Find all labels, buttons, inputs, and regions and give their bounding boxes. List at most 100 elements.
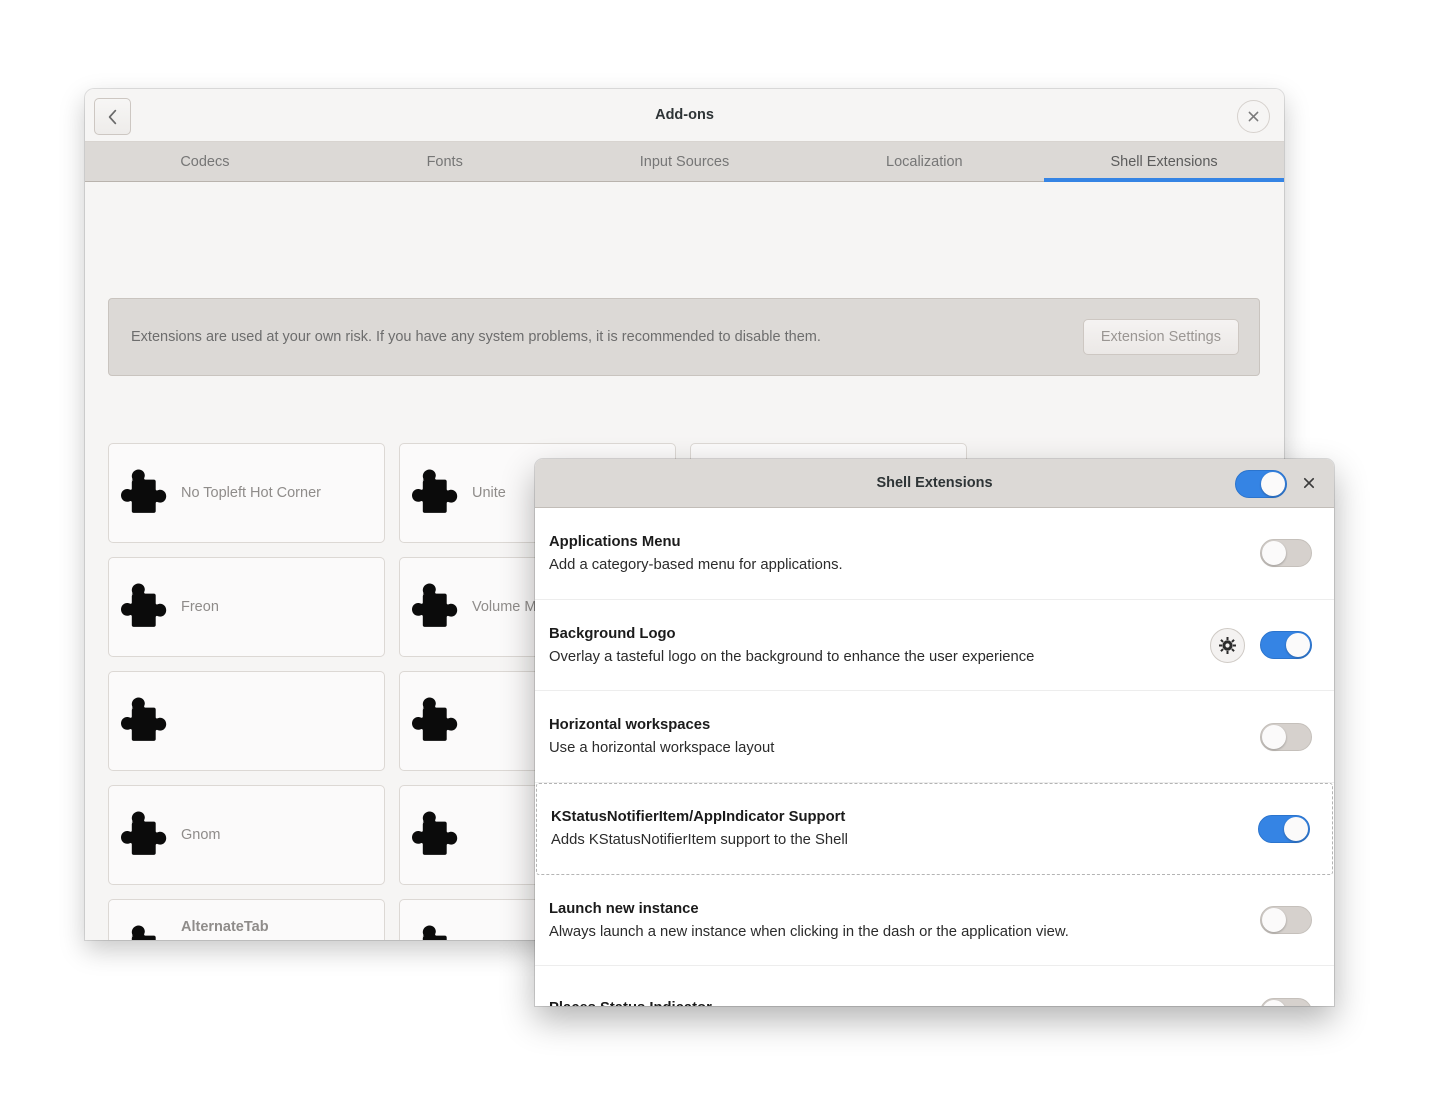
master-toggle[interactable] [1235, 470, 1287, 498]
extension-name: No Topleft Hot Corner [181, 485, 321, 501]
extension-card[interactable]: AlternateTab Substitute Alt-Tab with a wi… [108, 899, 385, 940]
close-icon [1248, 111, 1259, 122]
extension-toggle[interactable] [1260, 906, 1312, 935]
puzzle-piece-icon [121, 583, 167, 627]
row-title: Horizontal workspaces [549, 717, 711, 734]
extension-toggle[interactable] [1260, 997, 1312, 1006]
gear-icon [1219, 636, 1236, 654]
extension-texts: No Topleft Hot Corner [181, 485, 329, 501]
tab-label: Input Sources [639, 153, 730, 170]
dialog-close-button[interactable] [1301, 475, 1317, 491]
puzzle-piece-icon [412, 697, 458, 741]
tabbar: Codecs Fonts Input Sources Localization … [85, 142, 1284, 182]
shell-extensions-dialog: Shell Extensions Applications Menu Add a … [535, 459, 1334, 1006]
extension-texts: AlternateTab Substitute Alt-Tab with a wi… [181, 919, 339, 940]
row-texts: Launch new instance Always launch a new i… [549, 901, 1260, 940]
puzzle-piece-icon [422, 925, 447, 940]
extension-toggle[interactable] [1258, 814, 1310, 843]
puzzle-piece-icon [121, 811, 167, 855]
window-close-button[interactable] [1237, 100, 1270, 133]
row-description: Overlay a tasteful logo on the backgroun… [549, 648, 1035, 665]
tab-input-sources[interactable]: Input Sources [565, 142, 805, 181]
row-title: Places Status Indicator [549, 1000, 1260, 1006]
row-title: KStatusNotifierItem/AppIndicator Support [551, 809, 846, 826]
tab-label: Shell Extensions [1110, 153, 1218, 170]
close-icon [1303, 477, 1315, 489]
extension-name: Freon [181, 599, 219, 615]
row-controls [1260, 722, 1312, 751]
extension-toggle[interactable] [1260, 631, 1312, 660]
puzzle-piece-icon [412, 583, 458, 627]
extension-texts: Gnom [181, 827, 229, 843]
tab-fonts[interactable]: Fonts [325, 142, 565, 181]
row-texts: Applications Menu Add a category-based me… [549, 534, 1260, 573]
tab-shell-extensions[interactable]: Shell Extensions [1044, 142, 1284, 182]
extension-row[interactable]: Horizontal workspaces Use a horizontal wo… [535, 691, 1334, 784]
puzzle-piece-icon [412, 469, 458, 513]
row-texts: Horizontal workspaces Use a horizontal wo… [549, 717, 1260, 756]
row-controls [1210, 627, 1312, 663]
extension-icon [400, 922, 472, 940]
extension-card[interactable] [108, 671, 385, 771]
row-description: Add a category-based menu for applicatio… [549, 556, 843, 573]
extensions-warning-banner: Extensions are used at your own risk. If… [108, 298, 1260, 376]
dialog-title: Shell Extensions [876, 475, 993, 491]
extension-toggle[interactable] [1260, 722, 1312, 751]
tab-label: Fonts [426, 153, 463, 170]
toggle-knob [1262, 541, 1286, 566]
master-toggle-wrap [1235, 470, 1287, 498]
puzzle-piece-icon [131, 925, 156, 940]
extension-icon [400, 694, 472, 748]
extension-name: Gnom [181, 827, 221, 843]
toggle-knob [1262, 908, 1286, 933]
extension-icon [109, 466, 181, 520]
toggle-knob [1286, 633, 1310, 658]
warning-text: Extensions are used at your own risk. If… [131, 329, 821, 345]
extension-settings-button[interactable]: Extension Settings [1082, 319, 1239, 355]
row-description: Adds KStatusNotifierItem support to the … [551, 832, 848, 849]
row-title: Launch new instance [549, 900, 699, 917]
extension-icon [109, 580, 181, 634]
back-button[interactable] [94, 98, 131, 135]
extension-card[interactable]: Freon [108, 557, 385, 657]
tab-label: Localization [886, 153, 963, 170]
tab-label: Codecs [180, 153, 230, 170]
toggle-knob [1261, 472, 1285, 496]
window-headerbar: Add-ons [85, 89, 1284, 142]
tab-localization[interactable]: Localization [804, 142, 1044, 181]
extension-row[interactable]: Background Logo Overlay a tasteful logo o… [535, 600, 1334, 692]
tab-codecs[interactable]: Codecs [85, 142, 325, 181]
extension-settings-button[interactable] [1210, 627, 1245, 663]
extensions-list: Applications Menu Add a category-based me… [535, 508, 1334, 1006]
extension-icon [400, 580, 472, 634]
row-description: Always launch a new instance when clicki… [549, 923, 1069, 940]
row-controls [1260, 906, 1312, 935]
extension-row[interactable]: Places Status Indicator [535, 966, 1334, 1006]
row-texts: Background Logo Overlay a tasteful logo o… [549, 626, 1210, 665]
chevron-left-icon [108, 109, 117, 124]
toggle-knob [1284, 816, 1308, 841]
extension-row[interactable]: Launch new instance Always launch a new i… [535, 875, 1334, 967]
screen: Add-ons Codecs Fonts Input Sources Local… [0, 0, 1441, 1106]
extension-texts: Freon [181, 599, 227, 615]
extension-icon [109, 694, 181, 748]
extension-toggle[interactable] [1260, 539, 1312, 568]
toggle-knob [1262, 724, 1286, 749]
extension-icon [109, 808, 181, 862]
extension-row[interactable]: KStatusNotifierItem/AppIndicator Support… [536, 783, 1333, 875]
extension-row[interactable]: Applications Menu Add a category-based me… [535, 508, 1334, 600]
extension-card[interactable]: No Topleft Hot Corner [108, 443, 385, 543]
dialog-headerbar: Shell Extensions [535, 459, 1334, 508]
row-controls [1258, 814, 1310, 843]
row-texts: KStatusNotifierItem/AppIndicator Support… [551, 809, 1258, 848]
row-title: Applications Menu [549, 533, 681, 550]
row-controls [1260, 997, 1312, 1006]
row-controls [1260, 539, 1312, 568]
extension-name: Unite [472, 485, 506, 501]
puzzle-piece-icon [121, 697, 167, 741]
extension-texts: Unite [472, 485, 514, 501]
row-texts: Places Status Indicator [549, 1000, 1260, 1006]
puzzle-piece-icon [121, 469, 167, 513]
row-title: Background Logo [549, 625, 676, 642]
extension-card[interactable]: Gnom [108, 785, 385, 885]
